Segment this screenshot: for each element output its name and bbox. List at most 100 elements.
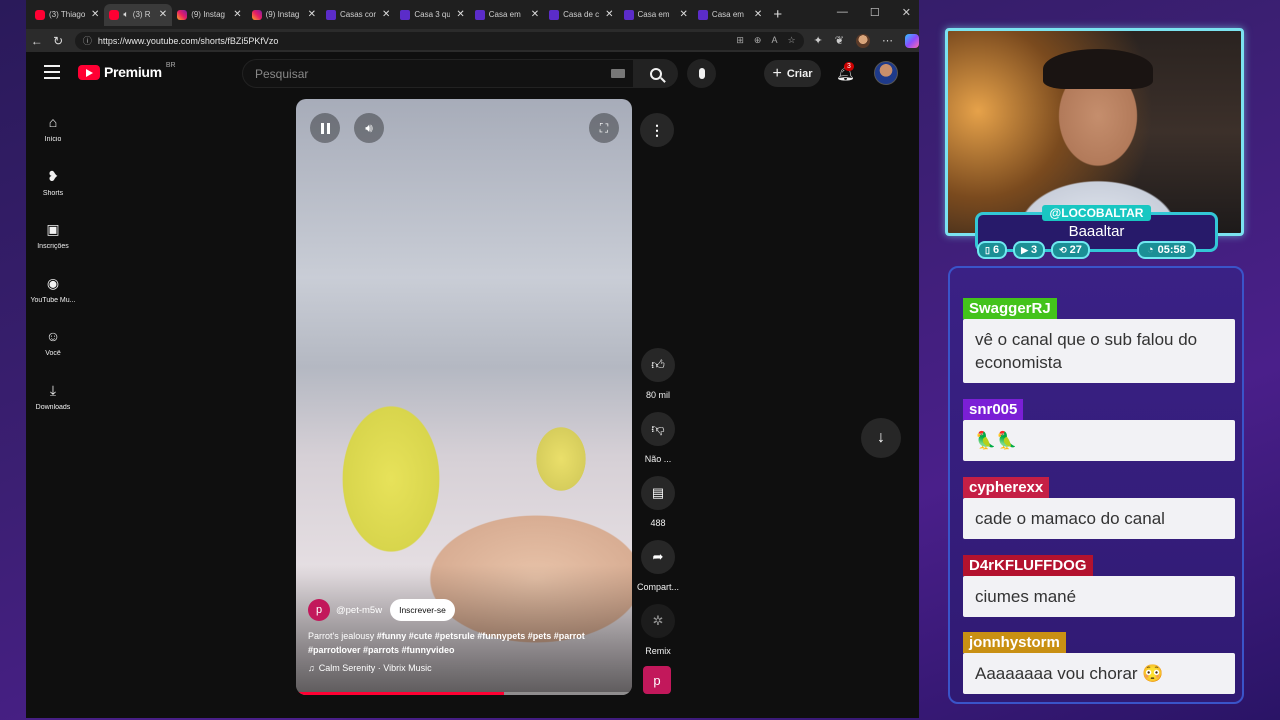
browser-tab[interactable]: Casa de c ✕	[544, 4, 618, 26]
zoom-icon[interactable]: ⊕	[754, 35, 762, 46]
apps-icon[interactable]: ⊞	[736, 35, 744, 46]
dislike-action[interactable]: 👎︎ Não ...	[632, 412, 684, 464]
site-info-icon[interactable]: ⓘ	[83, 34, 92, 47]
music-title: Calm Serenity · Vibrix Music	[318, 663, 432, 673]
url-field[interactable]: ⓘ https://www.youtube.com/shorts/fBZi5PK…	[74, 31, 804, 50]
youtube-premium-logo[interactable]: Premium BR	[78, 62, 176, 80]
close-tab-icon[interactable]: ✕	[382, 9, 390, 20]
sidebar-item-label: Você	[45, 350, 61, 358]
remix-action[interactable]: ✲ Remix	[632, 604, 684, 656]
browser-tab[interactable]: Casa 3 qu ✕	[395, 4, 469, 26]
more-options-icon[interactable]: ⋮	[640, 113, 674, 147]
read-aloud-icon[interactable]: A	[771, 35, 777, 46]
subscribe-button[interactable]: Inscrever-se	[390, 599, 455, 621]
share-icon[interactable]: ➦	[641, 540, 675, 574]
close-tab-icon[interactable]: ✕	[680, 9, 688, 20]
sidebar-item-subscriptions[interactable]: ▣ Inscrições	[26, 209, 80, 263]
browser-tab[interactable]: 🔈︎ (3) R ✕	[104, 3, 173, 26]
sidebar-item-label: Downloads	[35, 403, 71, 411]
search-placeholder: Pesquisar	[255, 66, 309, 81]
reload-icon[interactable]: ↻	[47, 34, 68, 48]
channel-name[interactable]: @pet-m5w	[336, 605, 382, 616]
close-tab-icon[interactable]: ✕	[233, 9, 241, 20]
site-favicon-icon	[697, 9, 708, 20]
close-tab-icon[interactable]: ✕	[91, 9, 99, 20]
tab-title: (3) Thiago	[49, 10, 85, 19]
back-icon[interactable]: ←	[26, 34, 47, 48]
remix-icon[interactable]: ✲	[641, 604, 675, 638]
music-note-icon: ♫	[308, 663, 315, 673]
browser-tab[interactable]: Casas cor ✕	[321, 4, 395, 26]
channel-thumbnail[interactable]: p	[643, 666, 671, 694]
chat-username: D4rKFLUFFDOG	[963, 555, 1093, 576]
chat-text: 🦜🦜	[963, 420, 1235, 461]
voice-search-button[interactable]	[687, 59, 716, 88]
maximize-icon[interactable]: ☐	[870, 6, 880, 19]
dislike-label: Não ...	[644, 454, 672, 464]
browser-tab[interactable]: Casa em ✕	[619, 4, 693, 26]
chat-text: cade o mamaco do canal	[963, 498, 1235, 539]
close-tab-icon[interactable]: ✕	[531, 9, 539, 20]
pause-button[interactable]	[310, 113, 340, 143]
site-favicon-icon	[623, 9, 634, 20]
next-short-button[interactable]: ↓	[861, 418, 901, 458]
thumbs-up-icon[interactable]: 👍︎	[641, 348, 675, 382]
close-tab-icon[interactable]: ✕	[605, 9, 613, 20]
comments-action[interactable]: ▤ 488	[632, 476, 684, 528]
copilot-icon[interactable]	[904, 33, 919, 48]
close-tab-icon[interactable]: ✕	[456, 9, 464, 20]
like-action[interactable]: 👍︎ 80 mil	[632, 348, 684, 400]
chat-text: vê o canal que o sub falou do economista	[963, 319, 1235, 383]
microphone-icon	[698, 68, 705, 79]
video-caption[interactable]: Parrot's jealousy #funny #cute #petsrule…	[308, 629, 620, 657]
chat-message: SwaggerRJ vê o canal que o sub falou do e…	[963, 298, 1235, 383]
music-info[interactable]: ♫ Calm Serenity · Vibrix Music	[308, 663, 432, 673]
sidebar-item-youtube-music[interactable]: ◉ YouTube Mu...	[26, 263, 80, 317]
close-tab-icon[interactable]: ✕	[308, 9, 316, 20]
browser-menu-icon[interactable]: ⋯	[882, 34, 893, 47]
site-favicon-icon	[474, 9, 485, 20]
window-controls: — ☐ ✕	[837, 6, 911, 19]
sidebar-item-home[interactable]: ⌂ Início	[26, 102, 80, 156]
browser-tab[interactable]: Casa em ✕	[470, 4, 544, 26]
hamburger-menu-icon[interactable]	[44, 65, 60, 79]
close-tab-icon[interactable]: ✕	[159, 9, 167, 20]
sidebar-item-download[interactable]: ⤓ Downloads	[26, 370, 80, 424]
browser-tab[interactable]: (9) Instag ✕	[247, 4, 321, 26]
favorite-star-icon[interactable]: ☆	[787, 35, 795, 46]
video-progress-bar[interactable]	[296, 692, 632, 695]
fullscreen-button[interactable]: ⛶	[589, 113, 619, 143]
comment-icon[interactable]: ▤	[641, 476, 675, 510]
browser-tab[interactable]: (3) Thiago ✕	[30, 4, 104, 26]
sidebar-item-user[interactable]: ☺ Você	[26, 316, 80, 370]
account-avatar[interactable]	[874, 61, 898, 85]
share-action[interactable]: ➦ Compart...	[632, 540, 684, 592]
tab-audio-icon[interactable]: 🔈︎	[123, 9, 128, 20]
new-tab-icon[interactable]: +	[773, 6, 782, 23]
search-input[interactable]: Pesquisar	[242, 59, 634, 88]
sidebar-item-shorts[interactable]: ❥ Shorts	[26, 156, 80, 210]
collections-icon[interactable]: ❦	[835, 34, 844, 47]
extensions-icon[interactable]: ✦	[814, 34, 823, 47]
profile-avatar-icon[interactable]	[855, 33, 870, 48]
twitch-icon: ▯	[985, 244, 990, 255]
sidebar-item-label: Inscrições	[37, 243, 69, 251]
browser-tab[interactable]: (9) Instag ✕	[172, 4, 246, 26]
create-button[interactable]: + Criar	[764, 60, 821, 87]
close-window-icon[interactable]: ✕	[902, 6, 911, 19]
keyboard-icon[interactable]	[611, 69, 625, 78]
short-video-player[interactable]: 🔊︎ ⛶ p @pet-m5w Inscrever-se Parrot's je…	[296, 99, 632, 695]
site-favicon-icon	[400, 9, 411, 20]
minimize-icon[interactable]: —	[837, 6, 848, 19]
clock-icon: ◔	[1147, 244, 1154, 256]
close-tab-icon[interactable]: ✕	[754, 9, 762, 20]
share-label: Compart...	[636, 582, 679, 592]
browser-tab[interactable]: Casa em ✕	[693, 4, 767, 26]
thumbs-down-icon[interactable]: 👎︎	[641, 412, 675, 446]
tab-title: Casa em	[637, 10, 670, 19]
volume-button[interactable]: 🔊︎	[354, 113, 384, 143]
plus-icon: +	[772, 64, 782, 82]
channel-avatar[interactable]: p	[308, 599, 330, 621]
search-button[interactable]	[634, 59, 678, 88]
youtube-favicon-icon	[109, 9, 120, 20]
